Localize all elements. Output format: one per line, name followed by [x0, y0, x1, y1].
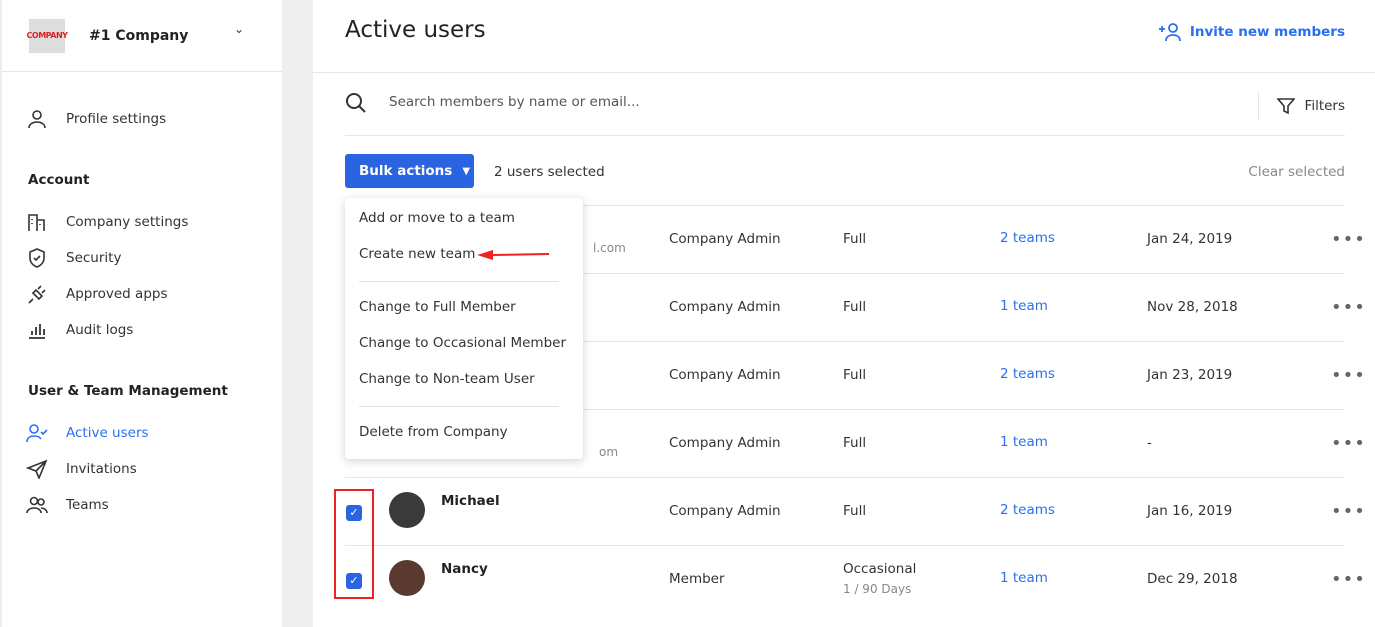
plug-icon: [28, 285, 46, 304]
search-icon: [346, 93, 366, 113]
menu-item-change-to-non-team-user[interactable]: Change to Non-team User: [359, 371, 535, 387]
menu-divider: [359, 406, 559, 407]
selected-count: 2 users selected: [494, 164, 605, 180]
sidebar-item-profile-settings[interactable]: Profile settings: [26, 109, 166, 129]
add-user-icon: [1158, 23, 1181, 42]
user-role: Company Admin: [669, 231, 781, 247]
bar-chart-icon: [29, 324, 45, 339]
joined-date: Dec 29, 2018: [1147, 571, 1238, 587]
joined-date: -: [1147, 435, 1152, 451]
sidebar: COMPANY #1 Company ⌄ Profile settings Ac…: [0, 0, 282, 627]
menu-item-change-to-occasional-member[interactable]: Change to Occasional Member: [359, 335, 566, 351]
bulk-actions-menu: Add or move to a team Create new team Ch…: [345, 198, 583, 459]
user-role: Company Admin: [669, 435, 781, 451]
user-role: Company Admin: [669, 367, 781, 383]
access-type: Full: [843, 435, 867, 451]
joined-date: Nov 28, 2018: [1147, 299, 1238, 315]
page-title: Active users: [345, 17, 486, 43]
teams-link[interactable]: 1 team: [1000, 298, 1048, 314]
user-role: Company Admin: [669, 299, 781, 315]
sidebar-item-company-settings[interactable]: Company settings: [26, 212, 188, 232]
menu-item-delete-from-company[interactable]: Delete from Company: [359, 424, 508, 440]
annotation-arrow: [477, 250, 550, 260]
menu-item-change-to-full-member[interactable]: Change to Full Member: [359, 299, 516, 315]
user-email: om: [599, 445, 619, 459]
sidebar-item-active-users[interactable]: Active users: [26, 423, 149, 443]
sidebar-item-invitations[interactable]: Invitations: [26, 459, 137, 479]
search-input[interactable]: [389, 94, 1089, 110]
filters-button[interactable]: Filters: [1257, 92, 1345, 120]
teams-link[interactable]: 2 teams: [1000, 230, 1055, 246]
sidebar-item-security[interactable]: Security: [26, 248, 121, 268]
divider: [313, 72, 1375, 73]
search-bar: Filters: [345, 88, 1345, 136]
send-icon: [26, 459, 48, 479]
access-limit: 1 / 90 Days: [843, 582, 912, 596]
more-options-icon[interactable]: •••: [1331, 501, 1366, 522]
table-row: ✓ Nancy Member Occasional 1 / 90 Days 1 team…: [345, 545, 1365, 613]
joined-date: Jan 16, 2019: [1147, 503, 1233, 519]
user-name: Nancy: [441, 561, 488, 577]
joined-date: Jan 23, 2019: [1147, 367, 1233, 383]
more-options-icon[interactable]: •••: [1331, 297, 1366, 318]
teams-link[interactable]: 1 team: [1000, 434, 1048, 450]
menu-item-add-or-move-to-team[interactable]: Add or move to a team: [359, 210, 515, 226]
more-options-icon[interactable]: •••: [1331, 569, 1366, 590]
avatar: [389, 560, 425, 596]
teams-link[interactable]: 2 teams: [1000, 502, 1055, 518]
user-check-icon: [26, 424, 48, 443]
shield-icon: [29, 248, 45, 268]
joined-date: Jan 24, 2019: [1147, 231, 1233, 247]
user-email: l.com: [593, 241, 626, 255]
table-row: ✓ Michael Company Admin Full 2 teams Jan 16,…: [345, 477, 1365, 545]
access-type: Full: [843, 367, 867, 383]
company-switcher[interactable]: COMPANY #1 Company ⌄: [2, 0, 282, 72]
more-options-icon[interactable]: •••: [1331, 433, 1366, 454]
user-role: Member: [669, 571, 725, 587]
bulk-actions-button[interactable]: Bulk actions ▼: [345, 154, 474, 188]
filter-icon: [1276, 98, 1295, 115]
teams-link[interactable]: 2 teams: [1000, 366, 1055, 382]
user-icon: [28, 110, 46, 129]
sidebar-item-approved-apps[interactable]: Approved apps: [26, 284, 168, 304]
access-type: Occasional: [843, 561, 917, 577]
user-team-management-heading: User & Team Management: [28, 383, 228, 399]
invite-new-members-button[interactable]: Invite new members: [1158, 22, 1345, 42]
access-type: Full: [843, 299, 867, 315]
account-heading: Account: [28, 172, 90, 188]
more-options-icon[interactable]: •••: [1331, 365, 1366, 386]
sidebar-item-audit-logs[interactable]: Audit logs: [26, 320, 133, 340]
building-icon: [28, 214, 45, 231]
menu-item-create-new-team[interactable]: Create new team: [359, 246, 475, 262]
user-role: Company Admin: [669, 503, 781, 519]
users-icon: [26, 496, 48, 514]
sidebar-item-teams[interactable]: Teams: [26, 495, 109, 515]
chevron-down-icon[interactable]: ⌄: [234, 22, 244, 36]
teams-link[interactable]: 1 team: [1000, 570, 1048, 586]
user-name: Michael: [441, 493, 500, 509]
access-type: Full: [843, 503, 867, 519]
more-options-icon[interactable]: •••: [1331, 229, 1366, 250]
annotation-highlight-box: [334, 489, 374, 599]
access-type: Full: [843, 231, 867, 247]
avatar: [389, 492, 425, 528]
menu-divider: [359, 281, 559, 282]
company-name: #1 Company: [89, 27, 189, 44]
company-logo: COMPANY: [27, 18, 68, 53]
chevron-down-icon: ▼: [462, 165, 471, 177]
clear-selected-button[interactable]: Clear selected: [1248, 164, 1345, 180]
